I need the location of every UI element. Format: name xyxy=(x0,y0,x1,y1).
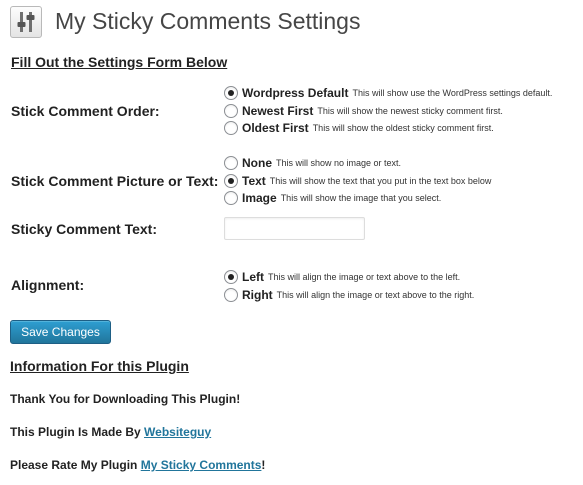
radio-none[interactable] xyxy=(224,155,238,170)
option-description: This will align the image or text above … xyxy=(268,271,461,282)
info-heading: Information For this Plugin xyxy=(10,358,189,374)
alignment-option-left[interactable]: Left This will align the image or text a… xyxy=(224,268,460,285)
sticky-comment-text-input[interactable] xyxy=(224,217,365,240)
settings-sliders-icon xyxy=(10,6,42,38)
rate-line: Please Rate My Plugin My Sticky Comments… xyxy=(10,458,265,472)
option-label: Wordpress Default xyxy=(242,85,349,100)
option-description: This will show the image that you select… xyxy=(280,192,442,203)
option-label: None xyxy=(242,155,272,170)
made-by-prefix: This Plugin Is Made By xyxy=(10,425,145,439)
alignment-label: Alignment: xyxy=(11,277,85,293)
radio-right[interactable] xyxy=(224,287,238,302)
option-description: This will show the oldest sticky comment… xyxy=(312,122,494,133)
option-label: Image xyxy=(242,190,277,205)
picture-option-text[interactable]: Text This will show the text that you pu… xyxy=(224,172,491,189)
option-description: This will show the text that you put in … xyxy=(269,175,492,186)
text-label: Sticky Comment Text: xyxy=(11,221,157,237)
radio-oldest-first[interactable] xyxy=(224,120,238,135)
page-title: My Sticky Comments Settings xyxy=(55,8,361,34)
rate-prefix: Please Rate My Plugin xyxy=(10,458,141,472)
picture-label: Stick Comment Picture or Text: xyxy=(11,173,219,189)
option-description: This will align the image or text above … xyxy=(276,289,475,300)
option-description: This will show the newest sticky comment… xyxy=(317,105,503,116)
option-label: Oldest First xyxy=(242,120,309,135)
radio-wordpress-default[interactable] xyxy=(224,85,238,100)
made-by-line: This Plugin Is Made By Websiteguy xyxy=(10,425,211,439)
form-heading: Fill Out the Settings Form Below xyxy=(11,54,228,70)
option-description: This will show no image or text. xyxy=(276,157,402,168)
order-option-wordpress-default[interactable]: Wordpress Default This will show use the… xyxy=(224,84,552,101)
order-option-newest-first[interactable]: Newest First This will show the newest s… xyxy=(224,102,503,119)
radio-left[interactable] xyxy=(224,269,238,284)
save-changes-button[interactable]: Save Changes xyxy=(10,320,111,344)
picture-option-image[interactable]: Image This will show the image that you … xyxy=(224,189,441,206)
alignment-option-right[interactable]: Right This will align the image or text … xyxy=(224,286,474,303)
thanks-text: Thank You for Downloading This Plugin! xyxy=(10,392,241,406)
radio-image[interactable] xyxy=(224,190,238,205)
option-label: Right xyxy=(242,287,273,302)
order-option-oldest-first[interactable]: Oldest First This will show the oldest s… xyxy=(224,119,494,136)
option-label: Newest First xyxy=(242,103,314,118)
radio-text[interactable] xyxy=(224,173,238,188)
option-label: Text xyxy=(242,173,266,188)
option-label: Left xyxy=(242,269,264,284)
option-description: This will show use the WordPress setting… xyxy=(352,87,553,98)
author-link[interactable]: Websiteguy xyxy=(144,425,211,439)
radio-newest-first[interactable] xyxy=(224,103,238,118)
picture-option-none[interactable]: None This will show no image or text. xyxy=(224,154,401,171)
order-label: Stick Comment Order: xyxy=(11,103,160,119)
rate-suffix: ! xyxy=(261,458,266,472)
plugin-link[interactable]: My Sticky Comments xyxy=(141,458,262,472)
